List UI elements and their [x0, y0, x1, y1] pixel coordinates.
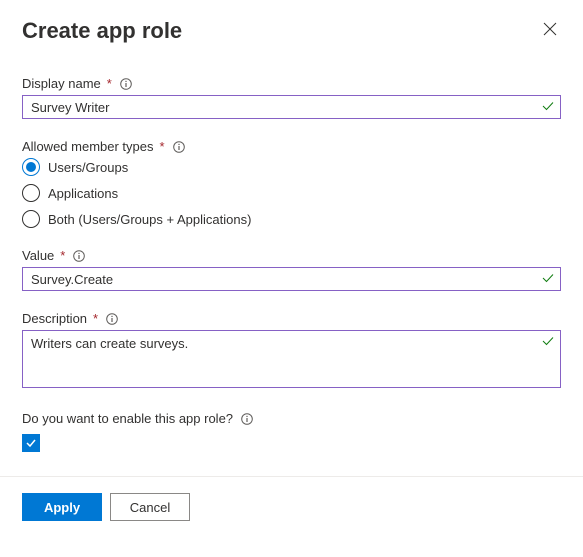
required-asterisk: * — [160, 139, 165, 154]
display-name-input[interactable] — [22, 95, 561, 119]
member-types-label: Allowed member types — [22, 139, 154, 154]
info-icon[interactable] — [241, 413, 253, 425]
cancel-button[interactable]: Cancel — [110, 493, 190, 521]
radio-label: Users/Groups — [48, 160, 128, 175]
value-input[interactable] — [22, 267, 561, 291]
member-types-radio-group: Users/Groups Applications Both (Users/Gr… — [22, 158, 561, 228]
value-label: Value — [22, 248, 54, 263]
enable-label: Do you want to enable this app role? — [22, 411, 233, 426]
description-input[interactable] — [22, 330, 561, 388]
info-icon[interactable] — [73, 250, 85, 262]
enable-checkbox[interactable] — [22, 434, 40, 452]
radio-applications[interactable]: Applications — [22, 184, 561, 202]
close-icon — [543, 24, 557, 39]
radio-icon — [22, 184, 40, 202]
apply-button[interactable]: Apply — [22, 493, 102, 521]
radio-icon — [22, 158, 40, 176]
radio-users-groups[interactable]: Users/Groups — [22, 158, 561, 176]
info-icon[interactable] — [120, 78, 132, 90]
radio-label: Both (Users/Groups + Applications) — [48, 212, 251, 227]
radio-icon — [22, 210, 40, 228]
page-title: Create app role — [22, 18, 182, 44]
required-asterisk: * — [93, 311, 98, 326]
required-asterisk: * — [107, 76, 112, 91]
display-name-label: Display name — [22, 76, 101, 91]
radio-label: Applications — [48, 186, 118, 201]
radio-both[interactable]: Both (Users/Groups + Applications) — [22, 210, 561, 228]
info-icon[interactable] — [173, 141, 185, 153]
description-label: Description — [22, 311, 87, 326]
info-icon[interactable] — [106, 313, 118, 325]
required-asterisk: * — [60, 248, 65, 263]
close-button[interactable] — [539, 18, 561, 43]
checkmark-icon — [25, 437, 37, 449]
